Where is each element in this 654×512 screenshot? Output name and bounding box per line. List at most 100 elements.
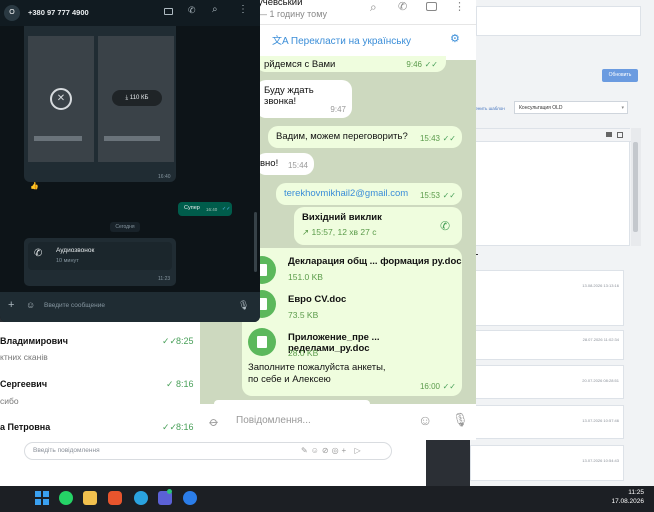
chat-preview: ктних сканів xyxy=(0,352,48,362)
crm-editor-card[interactable] xyxy=(470,128,631,246)
chat-name[interactable]: а Петровна xyxy=(0,422,50,432)
call-duration: 10 минут xyxy=(56,258,79,264)
chatlist-input[interactable]: Введіть повідомлення ✎☺⊘◎+ ▷ xyxy=(24,442,392,460)
row-date: 13.07.2026 10:57:46 xyxy=(582,418,619,423)
translate-label: Перекласти на українську xyxy=(290,36,411,47)
more-icon[interactable]: ⋮ xyxy=(454,0,465,13)
brave-browser-icon[interactable] xyxy=(108,491,122,505)
video-call-icon[interactable] xyxy=(164,8,173,15)
message-time: 16:40 xyxy=(158,174,171,180)
read-ticks-icon: ✓✓ xyxy=(442,382,456,391)
scrollbar[interactable] xyxy=(254,212,257,272)
app-icon[interactable] xyxy=(183,491,197,505)
file-explorer-icon[interactable] xyxy=(83,491,97,505)
file-name: Декларация общ ... формация ру.doc xyxy=(288,256,462,267)
clock-time[interactable]: 11:25 xyxy=(614,489,644,496)
message-bubble[interactable]: terekhovmikhail2@gmail.com 15:53 ✓✓ xyxy=(276,183,462,205)
message-text: Супер xyxy=(184,205,200,211)
message-time: 15:53 xyxy=(419,191,440,200)
chat-time: 8:25 xyxy=(176,336,194,346)
scrollbar[interactable] xyxy=(631,128,641,246)
message-time: 11:23 xyxy=(158,276,171,282)
reaction-emoji: 👍 xyxy=(30,183,39,190)
emoji-icon[interactable]: ☺ xyxy=(418,412,432,428)
more-icon[interactable]: ⋮ xyxy=(238,4,248,15)
message-input[interactable]: Введите сообщение xyxy=(44,302,105,309)
phone-icon[interactable]: ✆ xyxy=(440,219,450,233)
search-icon[interactable]: ⌕ xyxy=(370,0,377,15)
contact-name[interactable]: учевський xyxy=(258,0,302,8)
start-icon[interactable] xyxy=(35,491,49,505)
cancel-download-icon[interactable]: ✕ xyxy=(50,88,72,110)
email-link[interactable]: terekhovmikhail2@gmail.com xyxy=(284,188,408,199)
crm-row[interactable]: 20.07.2026 08:28:51 xyxy=(470,365,624,399)
whatsapp-input-bar: + ☺ Введите сообщение 🎙 xyxy=(0,292,260,322)
clock-date[interactable]: 17.08.2026 xyxy=(604,498,644,505)
row-date: 20.07.2026 08:28:51 xyxy=(582,378,619,383)
download-button[interactable]: ⤓ 110 КБ xyxy=(112,90,162,106)
message-bubble[interactable]: рйдемся с Вами 9:46 ✓✓ xyxy=(256,56,446,72)
file-size: 28.0 KB xyxy=(288,348,319,358)
read-ticks-icon: ✓✓ xyxy=(162,422,178,432)
telegram-icon[interactable] xyxy=(134,491,148,505)
read-ticks-icon: ✓✓ xyxy=(162,336,178,346)
chat-name[interactable]: Сергеевич xyxy=(0,379,47,389)
read-ticks-icon: ✓✓ xyxy=(442,134,456,143)
crm-row[interactable]: 13.07.2026 10:54:43 xyxy=(470,445,624,481)
chat-preview: сибо xyxy=(0,396,19,406)
files-bubble[interactable]: Декларация общ ... формация ру.doc 151.0… xyxy=(242,248,462,396)
row-date: 13.07.2026 10:54:43 xyxy=(582,458,619,463)
avatar[interactable]: O xyxy=(4,5,20,21)
read-ticks-icon: ✓✓ xyxy=(424,60,438,69)
message-time: 9:47 xyxy=(330,105,346,114)
expand-icon[interactable] xyxy=(617,132,623,138)
phone-icon[interactable]: ✆ xyxy=(188,5,196,16)
update-button[interactable]: Обновить xyxy=(602,69,638,82)
message-input[interactable]: Повідомлення... xyxy=(236,415,311,426)
image-icon[interactable] xyxy=(606,132,612,137)
crm-row[interactable]: 13.08.2026 13:13:16 xyxy=(470,270,624,326)
message-time: 15:44 xyxy=(287,161,308,170)
whatsapp-header: O +380 97 777 4900 ✆ ⌕ ⋮ xyxy=(0,0,260,26)
sticker-icon[interactable]: ☺ xyxy=(26,300,35,310)
row-date: 28.07.2026 11:02:34 xyxy=(582,337,619,342)
message-bubble[interactable]: Вадим, можем переговорить? 15:43 ✓✓ xyxy=(268,126,462,148)
chatlist-input-placeholder: Введіть повідомлення xyxy=(33,447,100,454)
attach-icon[interactable]: ⌀ xyxy=(206,413,222,430)
call-bubble[interactable]: Вихідний виклик ↗ 15:57, 12 хв 27 с ✆ xyxy=(294,207,462,245)
message-bubble[interactable]: Буду ждать звонка! 9:47 xyxy=(256,80,352,118)
media-bubble[interactable]: ✕ ⤓ 110 КБ 16:40 xyxy=(24,26,176,182)
message-text: вно! xyxy=(260,158,279,169)
message-text: Буду ждать звонка! xyxy=(264,85,314,107)
message-text: Вадим, можем переговорить? xyxy=(276,131,408,142)
microphone-icon[interactable]: 🎙 xyxy=(238,300,249,311)
missed-call-icon: ✆ xyxy=(34,248,43,259)
phone-icon[interactable]: ✆ xyxy=(398,0,407,13)
chat-name[interactable]: Владимирович xyxy=(0,336,68,346)
contact-phone[interactable]: +380 97 777 4900 xyxy=(28,8,89,17)
microphone-icon[interactable]: 🎙 xyxy=(452,412,469,428)
plus-icon[interactable]: + xyxy=(8,299,14,311)
message-bubble[interactable]: Супер 16:40 ✓✓ xyxy=(178,202,232,216)
translate-bar[interactable]: 文A Перекласти на українську xyxy=(272,32,411,47)
composer-tools-icon[interactable]: ✎☺⊘◎+ ▷ xyxy=(301,446,364,455)
read-tick-icon: ✓ xyxy=(166,379,174,389)
message-bubble[interactable]: вно! 15:44 xyxy=(256,153,314,175)
call-bubble[interactable]: ✆ Аудиозвонок 10 минут 11:23 xyxy=(24,238,176,286)
whatsapp-icon[interactable] xyxy=(59,491,73,505)
crm-top-card xyxy=(476,6,641,36)
translate-icon: 文A xyxy=(272,36,291,47)
crm-row[interactable]: 28.07.2026 11:02:34 xyxy=(470,330,624,360)
call-detail: 15:57, 12 хв 27 с xyxy=(311,227,377,237)
file-icon[interactable] xyxy=(248,328,276,356)
contact-status: — 1 годину тому xyxy=(258,9,327,19)
message-time: 16:00 xyxy=(419,382,440,391)
crm-row[interactable]: 13.07.2026 10:57:46 xyxy=(470,405,624,439)
template-select-value: Консультация OLD xyxy=(519,105,563,111)
settings-sliders-icon[interactable]: ⚙ xyxy=(450,32,460,45)
file-size: 151.0 KB xyxy=(288,272,323,282)
row-date: 13.08.2026 13:13:16 xyxy=(582,283,619,288)
template-select[interactable]: Консультация OLD ▾ xyxy=(514,101,628,114)
search-icon[interactable]: ⌕ xyxy=(212,4,218,15)
sidebar-toggle-icon[interactable] xyxy=(426,2,437,11)
